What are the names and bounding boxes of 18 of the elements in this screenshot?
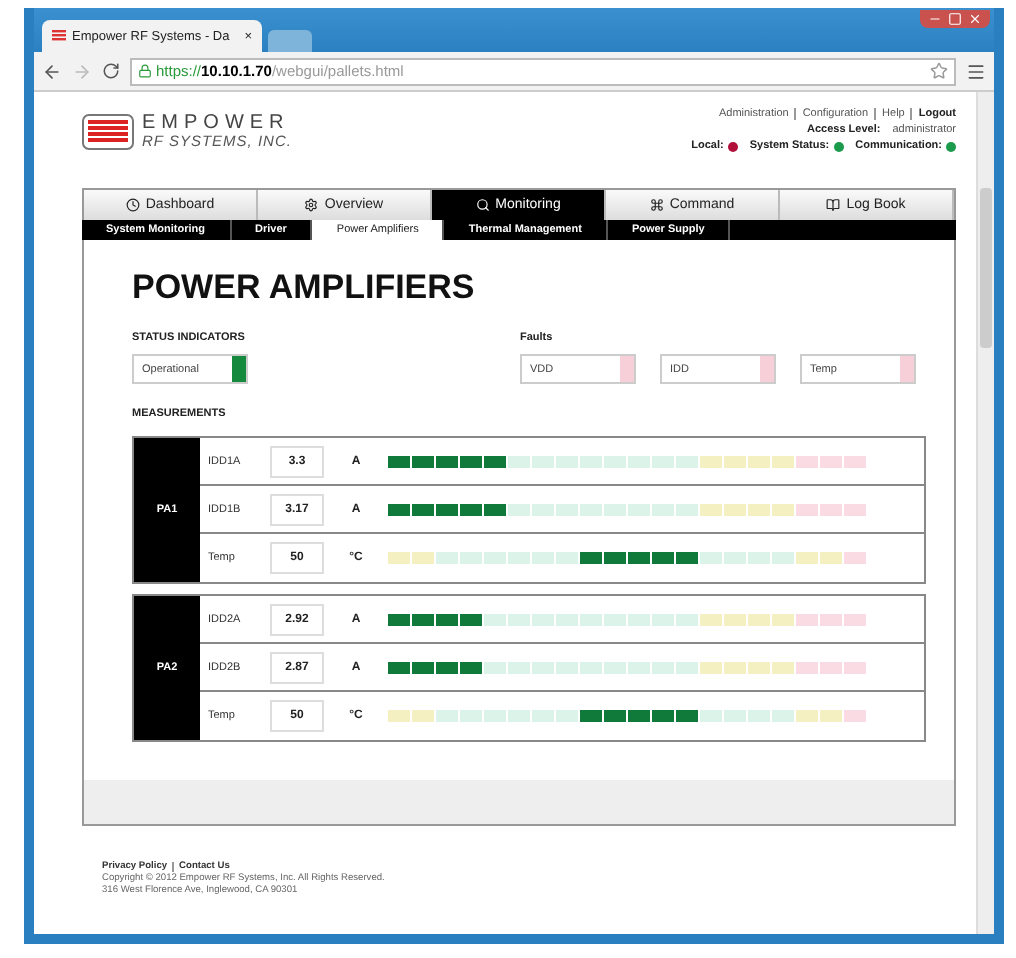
book-icon <box>826 198 841 212</box>
lock-icon <box>138 64 152 78</box>
gear-icon <box>304 198 319 212</box>
back-icon[interactable] <box>42 61 62 81</box>
close-icon[interactable] <box>968 12 982 26</box>
star-icon[interactable] <box>930 62 948 80</box>
command-icon <box>649 198 664 212</box>
scrollbar[interactable] <box>976 92 994 934</box>
logo-icon <box>82 114 134 150</box>
page-title: POWER AMPLIFIERS <box>132 268 477 308</box>
search-icon <box>475 198 490 212</box>
maximize-icon[interactable] <box>948 12 962 26</box>
logo-name: EMPOWER <box>142 114 292 135</box>
favicon-icon <box>52 30 66 42</box>
menu-icon[interactable] <box>966 61 986 81</box>
minimize-icon[interactable] <box>928 12 942 26</box>
clock-icon <box>125 198 140 212</box>
reload-icon[interactable] <box>102 62 120 80</box>
